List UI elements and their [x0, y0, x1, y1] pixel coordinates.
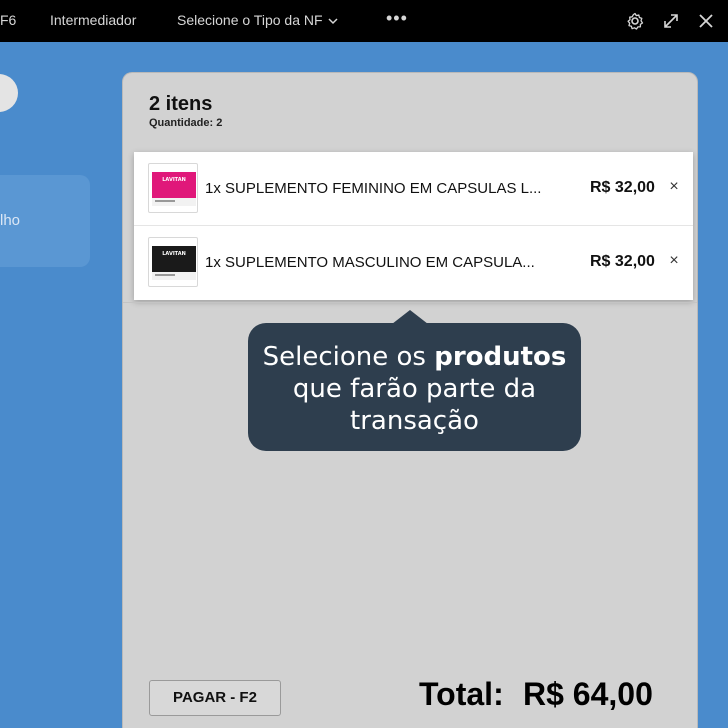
intermediador-menu[interactable]: Intermediador: [50, 12, 136, 28]
item-price: R$ 32,00: [590, 179, 655, 196]
remove-item-icon[interactable]: ×: [667, 253, 681, 269]
divider: [123, 302, 697, 303]
left-card-label: lho: [0, 212, 21, 229]
tipo-nf-label: Selecione o Tipo da NF: [177, 12, 323, 28]
more-options-icon[interactable]: •••: [386, 8, 408, 29]
cart-item-row[interactable]: LAVITAN 1x SUPLEMENTO FEMININO EM CAPSUL…: [134, 152, 693, 226]
pay-button[interactable]: PAGAR - F2: [149, 680, 281, 716]
svg-text:LAVITAN: LAVITAN: [162, 251, 186, 257]
f6-shortcut[interactable]: F6: [0, 12, 16, 28]
item-name: 1x SUPLEMENTO FEMININO EM CAPSULAS L...: [205, 180, 542, 197]
item-price: R$ 32,00: [590, 253, 655, 270]
tooltip-line-1-bold: produtos: [434, 342, 567, 372]
chevron-down-icon: [328, 18, 338, 25]
close-icon[interactable]: [696, 11, 716, 31]
cart-title: 2 itens: [149, 93, 213, 115]
cart-items-list: LAVITAN 1x SUPLEMENTO FEMININO EM CAPSUL…: [134, 152, 693, 300]
top-bar: F6 Intermediador Selecione o Tipo da NF …: [0, 0, 728, 42]
svg-text:LAVITAN: LAVITAN: [162, 177, 186, 183]
product-thumbnail: LAVITAN: [148, 237, 198, 287]
total-value: R$ 64,00: [523, 676, 653, 712]
product-thumbnail: LAVITAN: [148, 163, 198, 213]
tooltip-line-1: Selecione os produtos: [248, 341, 581, 373]
left-search-pill[interactable]: [0, 74, 18, 112]
total-label: Total:: [419, 676, 504, 712]
cart-quantity: Quantidade: 2: [149, 117, 223, 129]
expand-icon[interactable]: [661, 11, 681, 31]
item-name: 1x SUPLEMENTO MASCULINO EM CAPSULA...: [205, 254, 535, 271]
onboarding-tooltip: Selecione os produtos que farão parte da…: [248, 323, 581, 451]
tooltip-line-1-prefix: Selecione os: [262, 342, 435, 372]
tooltip-line-3: transação: [350, 406, 479, 436]
tipo-nf-dropdown[interactable]: Selecione o Tipo da NF: [177, 12, 338, 28]
gear-icon[interactable]: [625, 11, 645, 31]
tooltip-arrow: [392, 310, 428, 324]
remove-item-icon[interactable]: ×: [667, 179, 681, 195]
cart-item-row[interactable]: LAVITAN 1x SUPLEMENTO MASCULINO EM CAPSU…: [134, 226, 693, 300]
tooltip-line-2: que farão parte da: [292, 374, 537, 404]
